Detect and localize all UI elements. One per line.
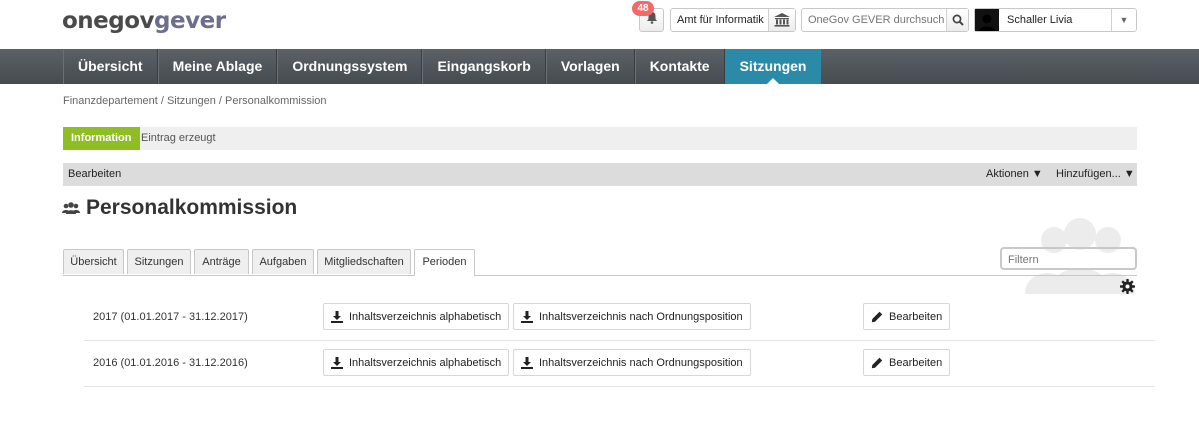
institution-icon (768, 9, 795, 31)
nav-item-vorlagen[interactable]: Vorlagen (545, 49, 635, 84)
search-button[interactable] (946, 9, 968, 31)
search-input[interactable] (802, 13, 946, 27)
main-navigation: Übersicht Meine Ablage Ordnungssystem Ei… (0, 49, 1199, 85)
filter-box[interactable] (1000, 247, 1137, 270)
nav-item-sitzungen[interactable]: Sitzungen (724, 49, 822, 85)
period-label: 2017 (01.01.2017 - 31.12.2017) (93, 311, 248, 323)
edit-period-label: Bearbeiten (889, 310, 943, 323)
action-bar (63, 163, 1137, 186)
period-label: 2016 (01.01.2016 - 31.12.2016) (93, 357, 248, 369)
edit-period-button[interactable]: Bearbeiten (863, 303, 951, 330)
edit-link[interactable]: Bearbeiten (68, 163, 121, 186)
notification-badge: 48 (632, 1, 654, 16)
search-box[interactable] (801, 8, 969, 32)
toc-alphabetical-label: Inhaltsverzeichnis alphabetisch (349, 310, 502, 323)
period-row: 2016 (01.01.2016 - 31.12.2016) Inhaltsve… (84, 341, 1155, 387)
toc-alphabetical-button[interactable]: Inhaltsverzeichnis alphabetisch (323, 349, 510, 376)
committee-icon (62, 201, 80, 215)
edit-period-label: Bearbeiten (889, 356, 943, 369)
breadcrumb[interactable]: Finanzdepartement / Sitzungen / Personal… (63, 95, 327, 107)
filter-input[interactable] (1002, 249, 1130, 270)
tab-bar: Übersicht Sitzungen Anträge Aufgaben Mit… (63, 249, 1137, 276)
nav-item-ordnungssystem[interactable]: Ordnungssystem (277, 49, 423, 84)
toc-repository-label: Inhaltsverzeichnis nach Ordnungsposition (539, 310, 743, 323)
toc-alphabetical-label: Inhaltsverzeichnis alphabetisch (349, 356, 502, 369)
tab-antraege[interactable]: Anträge (194, 249, 249, 274)
period-row: 2017 (01.01.2017 - 31.12.2017) Inhaltsve… (84, 295, 1155, 341)
org-unit-label: Amt für Informatik (677, 14, 764, 26)
status-message-bar (63, 127, 1137, 150)
nav-item-uebersicht[interactable]: Übersicht (63, 49, 158, 84)
tab-perioden[interactable]: Perioden (414, 249, 475, 276)
download-icon (331, 356, 343, 369)
tab-aufgaben[interactable]: Aufgaben (252, 249, 314, 274)
tab-sitzungen[interactable]: Sitzungen (127, 249, 191, 274)
search-icon (952, 14, 964, 26)
pencil-icon (871, 357, 883, 368)
gear-icon[interactable] (1120, 279, 1135, 294)
status-badge: Information (63, 127, 140, 150)
download-icon (521, 310, 533, 323)
toc-repository-label: Inhaltsverzeichnis nach Ordnungsposition (539, 356, 743, 369)
toc-alphabetical-button[interactable]: Inhaltsverzeichnis alphabetisch (323, 303, 510, 330)
pencil-icon (871, 311, 883, 322)
page-title: Personalkommission (86, 196, 298, 219)
edit-period-button[interactable]: Bearbeiten (863, 349, 951, 376)
chevron-down-icon[interactable]: ▼ (1111, 9, 1136, 31)
nav-item-eingangskorb[interactable]: Eingangskorb (422, 49, 546, 84)
nav-item-kontakte[interactable]: Kontakte (634, 49, 725, 84)
toc-repository-button[interactable]: Inhaltsverzeichnis nach Ordnungsposition (513, 303, 751, 330)
add-menu[interactable]: Hinzufügen... ▼ (1056, 163, 1135, 186)
tab-uebersicht[interactable]: Übersicht (63, 249, 124, 274)
status-message: Eintrag erzeugt (141, 132, 216, 144)
logo[interactable]: onegovgever (62, 8, 226, 34)
user-name: Schaller Livia (1007, 14, 1073, 26)
actions-menu[interactable]: Aktionen ▼ (986, 163, 1043, 186)
user-menu[interactable]: Schaller Livia ▼ (974, 8, 1137, 32)
toc-repository-button[interactable]: Inhaltsverzeichnis nach Ordnungsposition (513, 349, 751, 376)
download-icon (331, 310, 343, 323)
org-unit-selector[interactable]: Amt für Informatik (670, 8, 796, 32)
download-icon (521, 356, 533, 369)
nav-item-meine-ablage[interactable]: Meine Ablage (157, 49, 278, 84)
tab-mitgliedschaften[interactable]: Mitgliedschaften (317, 249, 411, 274)
avatar (975, 9, 999, 31)
